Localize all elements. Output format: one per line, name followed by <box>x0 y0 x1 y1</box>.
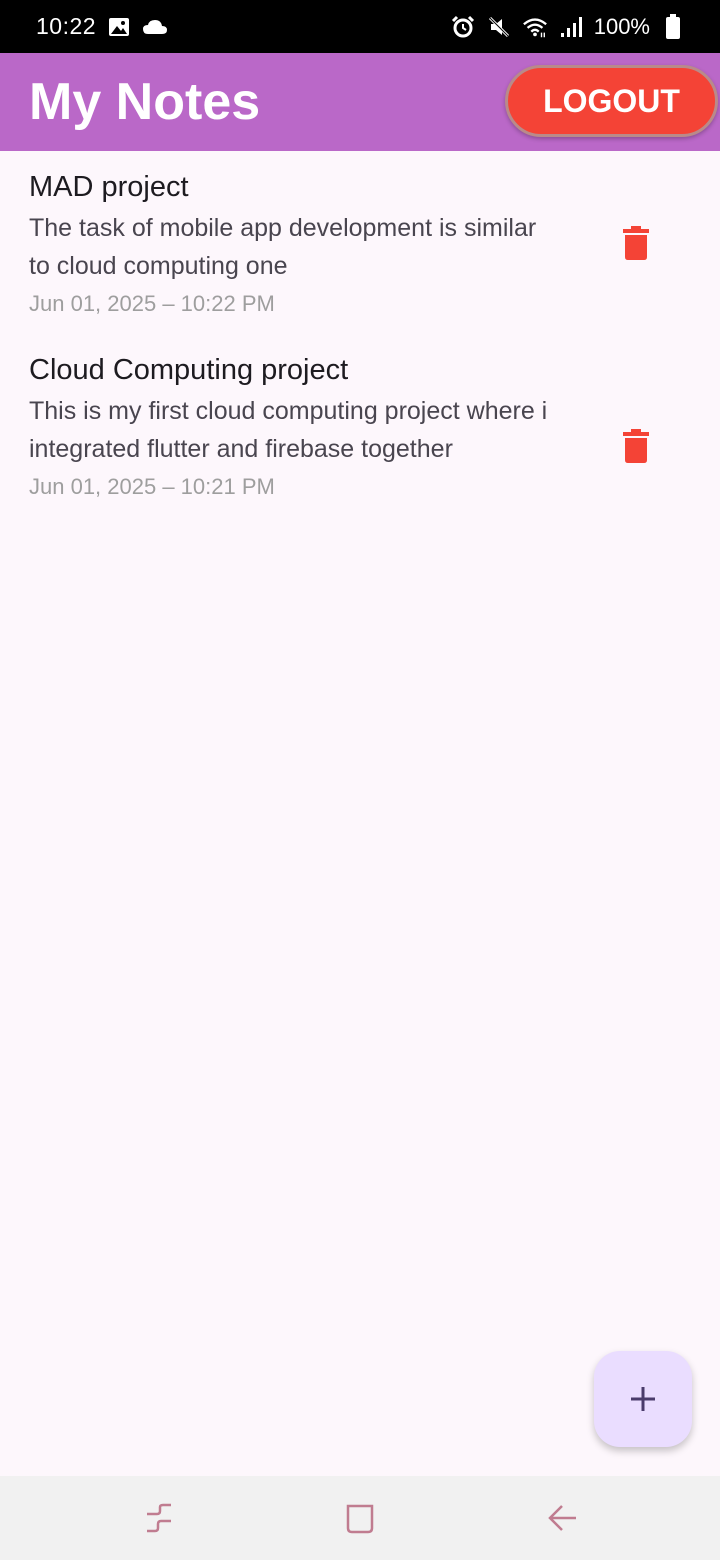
cloud-icon <box>142 14 168 40</box>
recent-apps-icon <box>147 1503 171 1533</box>
trash-icon <box>623 429 649 463</box>
note-title: MAD project <box>29 171 189 203</box>
image-icon <box>106 14 132 40</box>
wifi-icon <box>522 14 548 40</box>
add-note-button[interactable] <box>594 1351 692 1447</box>
mute-icon <box>486 14 512 40</box>
battery-text: 100% <box>593 13 650 39</box>
delete-button[interactable] <box>612 219 660 267</box>
home-icon <box>346 1504 374 1534</box>
status-time: 10:22 <box>36 13 97 39</box>
note-content: This is my first cloud computing project… <box>29 397 548 463</box>
plus-icon <box>631 1387 655 1411</box>
trash-icon <box>623 226 649 260</box>
status-left: 10:22 <box>36 13 168 40</box>
page-title: My Notes <box>29 73 261 131</box>
back-icon <box>548 1505 576 1531</box>
home-button[interactable] <box>340 1498 380 1538</box>
note-date: Jun 01, 2025 – 10:22 PM <box>29 291 275 316</box>
notes-list: MAD project The task of mobile app devel… <box>0 151 720 556</box>
battery-icon <box>660 13 686 40</box>
nav-bar <box>0 1476 720 1560</box>
note-content: The task of mobile app development is si… <box>29 214 537 280</box>
recent-apps-button[interactable] <box>139 1498 179 1538</box>
signal-icon <box>558 14 584 40</box>
status-right: 100% <box>450 13 686 40</box>
note-date: Jun 01, 2025 – 10:21 PM <box>29 474 275 499</box>
list-item[interactable]: MAD project The task of mobile app devel… <box>0 151 720 334</box>
delete-button[interactable] <box>612 422 660 470</box>
alarm-icon <box>450 14 476 40</box>
status-bar: 10:22 100% <box>0 0 720 53</box>
back-button[interactable] <box>542 1498 582 1538</box>
logout-button[interactable]: LOGOUT <box>505 65 718 137</box>
app-bar: My Notes LOGOUT <box>0 53 720 151</box>
note-title: Cloud Computing project <box>29 354 349 386</box>
list-item[interactable]: Cloud Computing project This is my first… <box>0 334 720 556</box>
